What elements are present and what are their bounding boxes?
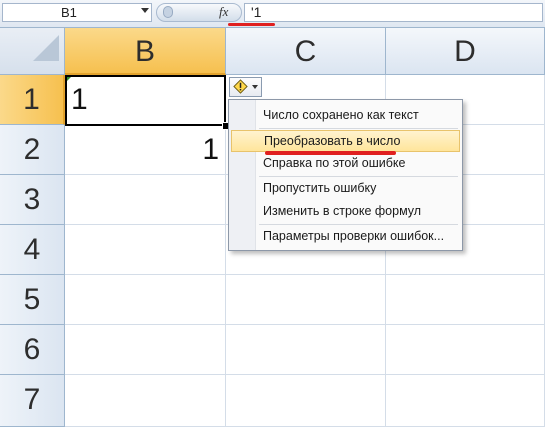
cell-b2[interactable]: 1 <box>65 125 226 175</box>
row-header-4[interactable]: 4 <box>0 225 65 275</box>
select-all-icon <box>33 35 59 61</box>
cell-b3[interactable] <box>65 175 226 225</box>
row-header-2[interactable]: 2 <box>0 125 65 175</box>
row-header-3[interactable]: 3 <box>0 175 65 225</box>
row-header-7[interactable]: 7 <box>0 375 65 427</box>
column-header-c[interactable]: C <box>226 28 386 75</box>
cell-c6[interactable] <box>226 325 386 375</box>
chevron-down-icon <box>252 85 258 89</box>
annotation-underline <box>265 151 396 155</box>
menu-header-number-stored-as-text: Число сохранено как текст <box>263 108 419 122</box>
name-box-dropdown-icon[interactable] <box>141 8 149 13</box>
error-smart-tag-button[interactable] <box>229 77 262 97</box>
cell-c5[interactable] <box>226 275 386 325</box>
column-header-d[interactable]: D <box>386 28 545 75</box>
cell-b7[interactable] <box>65 375 226 427</box>
warning-icon <box>233 79 248 94</box>
error-indicator-icon <box>66 76 72 82</box>
cell-d5[interactable] <box>386 275 545 325</box>
column-header-b[interactable]: B <box>65 28 226 75</box>
cell-c7[interactable] <box>226 375 386 427</box>
name-box[interactable]: B1 <box>2 3 152 22</box>
cell-b5[interactable] <box>65 275 226 325</box>
cell-b1[interactable]: 1 <box>65 75 226 125</box>
row-header-5[interactable]: 5 <box>0 275 65 325</box>
insert-function-icon[interactable]: fx <box>219 4 228 20</box>
error-options-menu: Число сохранено как текст Преобразовать … <box>228 99 463 251</box>
cell-b4[interactable] <box>65 225 226 275</box>
menu-item-edit-in-formula-bar[interactable]: Изменить в строке формул <box>231 200 460 222</box>
cell-d6[interactable] <box>386 325 545 375</box>
cell-b6[interactable] <box>65 325 226 375</box>
cell-d7[interactable] <box>386 375 545 427</box>
annotation-underline <box>228 23 275 26</box>
menu-separator <box>259 128 458 129</box>
row-header-6[interactable]: 6 <box>0 325 65 375</box>
menu-item-help-on-error[interactable]: Справка по этой ошибке <box>231 152 460 174</box>
menu-item-error-checking-options[interactable]: Параметры проверки ошибок... <box>231 225 460 247</box>
row-header-1[interactable]: 1 <box>0 75 65 125</box>
menu-item-ignore-error[interactable]: Пропустить ошибку <box>231 177 460 199</box>
formula-input[interactable]: '1 <box>244 3 543 22</box>
menu-item-convert-to-number[interactable]: Преобразовать в число <box>231 130 460 152</box>
resize-handle-icon[interactable] <box>163 6 173 18</box>
